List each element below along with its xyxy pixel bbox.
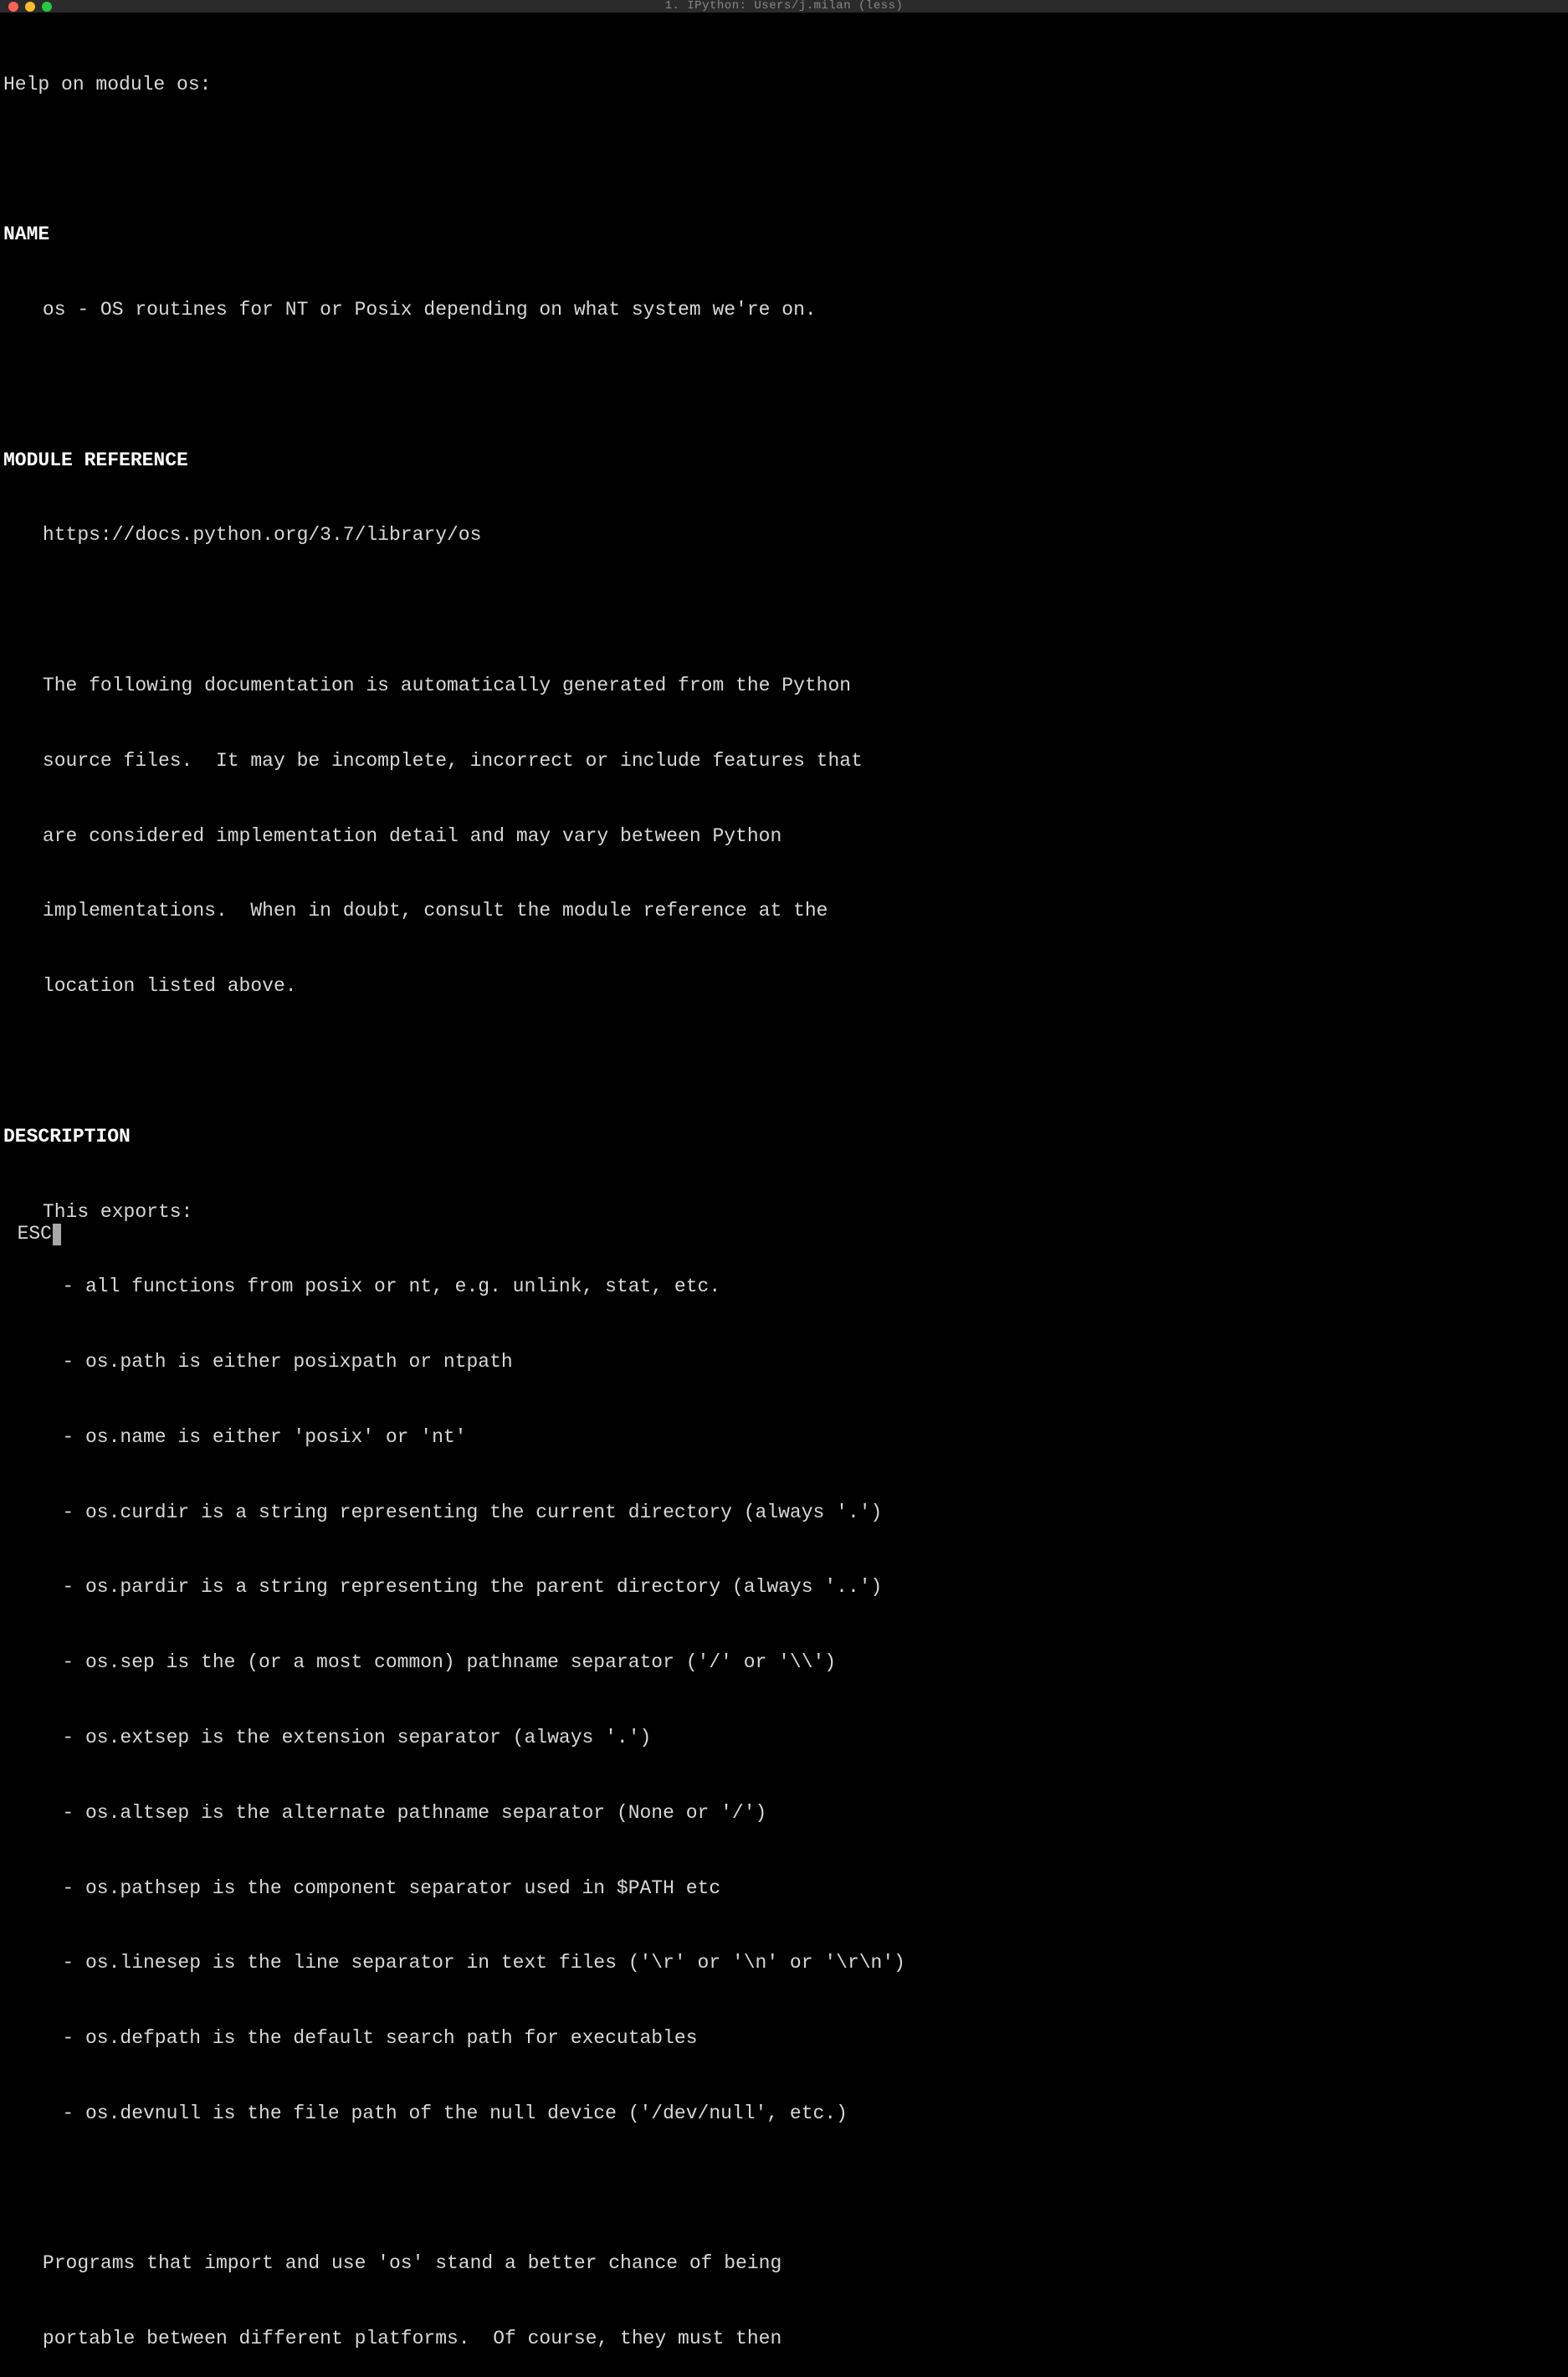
moduleref-url: https://docs.python.org/3.7/library/os (3, 523, 1568, 548)
export-item: - os.curdir is a string representing the… (3, 1501, 1568, 1526)
window-titlebar: 1. IPython: Users/j.milan (less) (0, 0, 1568, 13)
description-paragraph: portable between different platforms. Of… (3, 2327, 1568, 2352)
description-paragraph: Programs that import and use 'os' stand … (3, 2251, 1568, 2277)
export-item: - os.name is either 'posix' or 'nt' (3, 1425, 1568, 1450)
moduleref-note: The following documentation is automatic… (3, 674, 1568, 699)
pager-esc-indicator: ESC (3, 1222, 52, 1247)
blank-line (3, 373, 1568, 398)
blank-line (3, 148, 1568, 173)
moduleref-note: location listed above. (3, 974, 1568, 999)
blank-line (3, 598, 1568, 624)
export-item: - all functions from posix or nt, e.g. u… (3, 1275, 1568, 1300)
window-title: 1. IPython: Users/j.milan (less) (665, 0, 904, 14)
blank-line (3, 2177, 1568, 2202)
export-item: - os.altsep is the alternate pathname se… (3, 1801, 1568, 1826)
moduleref-heading: MODULE REFERENCE (3, 449, 1568, 474)
help-intro: Help on module os: (3, 73, 1568, 98)
export-item: - os.linesep is the line separator in te… (3, 1951, 1568, 1976)
terminal-pager-content[interactable]: Help on module os: NAME os - OS routines… (0, 13, 1568, 2377)
export-item: - os.path is either posixpath or ntpath (3, 1350, 1568, 1375)
pager-status-line[interactable]: ESC (3, 1222, 61, 1247)
export-item: - os.pardir is a string representing the… (3, 1575, 1568, 1600)
moduleref-note: implementations. When in doubt, consult … (3, 899, 1568, 924)
moduleref-note: source files. It may be incomplete, inco… (3, 749, 1568, 774)
export-item: - os.sep is the (or a most common) pathn… (3, 1651, 1568, 1676)
blank-line (3, 1050, 1568, 1075)
export-item: - os.devnull is the file path of the nul… (3, 2102, 1568, 2127)
name-heading: NAME (3, 223, 1568, 248)
maximize-icon[interactable] (42, 2, 52, 12)
export-item: - os.pathsep is the component separator … (3, 1876, 1568, 1902)
export-item: - os.extsep is the extension separator (… (3, 1726, 1568, 1751)
description-heading: DESCRIPTION (3, 1125, 1568, 1150)
export-item: - os.defpath is the default search path … (3, 2026, 1568, 2051)
cursor-icon (53, 1224, 61, 1245)
close-icon[interactable] (8, 2, 18, 12)
moduleref-note: are considered implementation detail and… (3, 824, 1568, 850)
minimize-icon[interactable] (25, 2, 35, 12)
name-line: os - OS routines for NT or Posix dependi… (3, 298, 1568, 323)
description-intro: This exports: (3, 1200, 1568, 1225)
